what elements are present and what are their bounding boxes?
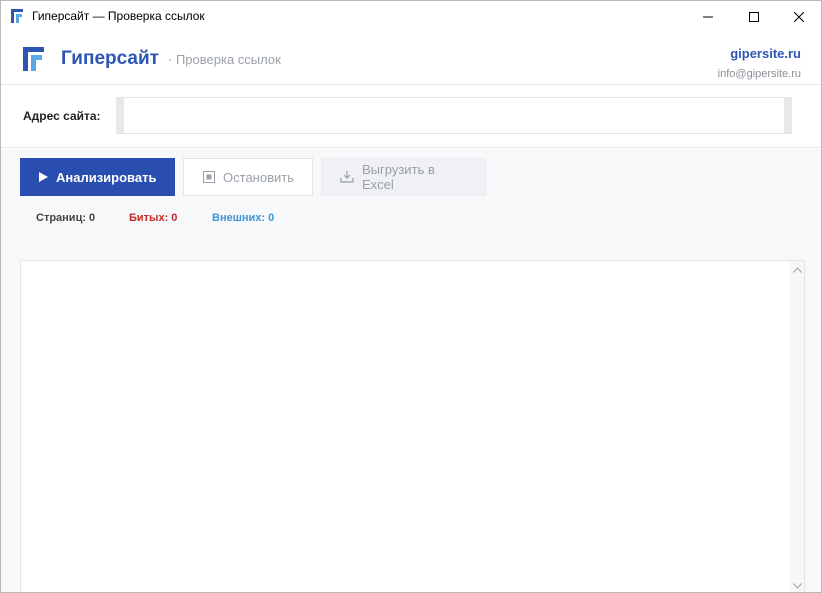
- app-header: Гиперсайт · Проверка ссылок gipersite.ru…: [1, 32, 821, 85]
- stop-icon: [202, 171, 215, 183]
- external-count: Внешних: 0: [212, 212, 275, 224]
- results-panel[interactable]: [20, 260, 805, 592]
- play-icon: [39, 172, 48, 182]
- stop-label: Остановить: [223, 169, 294, 185]
- page-subtitle: · Проверка ссылок: [168, 52, 281, 67]
- close-icon: [794, 11, 804, 22]
- vertical-scrollbar[interactable]: [790, 261, 804, 592]
- minimize-icon: [703, 16, 713, 17]
- brand-logo-icon: [23, 47, 44, 71]
- maximize-icon: [749, 11, 759, 22]
- address-label: Адрес сайта:: [23, 109, 101, 123]
- chevron-up-icon[interactable]: [793, 265, 802, 275]
- window-title: Гиперсайт — Проверка ссылок: [32, 9, 205, 23]
- contact-email[interactable]: info@gipersite.ru: [718, 68, 801, 80]
- close-button[interactable]: [776, 1, 821, 32]
- stop-button[interactable]: Остановить: [183, 158, 313, 196]
- chevron-down-icon[interactable]: [793, 581, 802, 591]
- export-label: Выгрузить в Excel: [362, 162, 435, 192]
- maximize-button[interactable]: [731, 1, 777, 32]
- site-link[interactable]: gipersite.ru: [730, 46, 801, 61]
- address-row: Адрес сайта:: [1, 86, 821, 148]
- brand-name: Гиперсайт: [61, 48, 159, 69]
- analyze-label: Анализировать: [56, 169, 157, 185]
- analyze-button[interactable]: Анализировать: [20, 158, 175, 196]
- work-area: Анализировать Остановить Выгрузить в Exc…: [1, 149, 821, 592]
- export-excel-button[interactable]: Выгрузить в Excel: [321, 158, 486, 196]
- download-tray-icon: [340, 171, 354, 183]
- broken-count: Битых: 0: [129, 212, 178, 224]
- app-window: Гиперсайт — Проверка ссылок Гиперсайт · …: [0, 0, 822, 593]
- minimize-button[interactable]: [685, 1, 731, 32]
- title-bar: Гиперсайт — Проверка ссылок: [1, 1, 821, 32]
- pages-count: Страниц: 0: [36, 212, 96, 224]
- site-url-input[interactable]: [116, 97, 792, 134]
- logo-icon: [11, 9, 23, 23]
